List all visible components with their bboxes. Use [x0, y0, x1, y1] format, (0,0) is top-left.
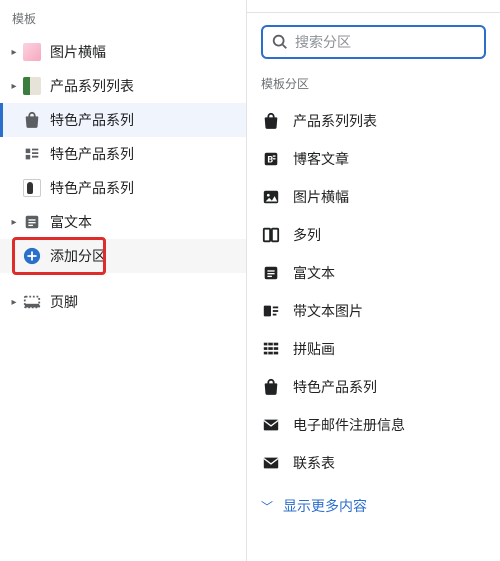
section-option-label: 联系表 [293, 453, 335, 473]
section-label: 特色产品系列 [50, 144, 246, 164]
search-icon [271, 33, 289, 51]
section-row-featured-collection[interactable]: 特色产品系列 [0, 103, 246, 137]
chevron-right-icon: ▸ [6, 217, 22, 228]
blog-icon: B [261, 149, 281, 169]
section-option-rich-text[interactable]: 富文本 [261, 254, 486, 292]
section-option-label: 多列 [293, 225, 321, 245]
columns-icon [261, 225, 281, 245]
section-option-label: 带文本图片 [293, 301, 363, 321]
section-row-footer[interactable]: ▸ 页脚 [0, 285, 246, 319]
section-option-email-signup[interactable]: 电子邮件注册信息 [261, 406, 486, 444]
image-text-icon [261, 301, 281, 321]
search-input-wrapper[interactable] [261, 25, 486, 59]
section-picker-panel: 模板分区 产品系列列表 B 博客文章 图片横幅 多列 富文本 带文本图片 [247, 12, 500, 561]
section-list: 产品系列列表 B 博客文章 图片横幅 多列 富文本 带文本图片 拼贴画 [261, 102, 486, 482]
section-option-label: 博客文章 [293, 149, 349, 169]
show-more-label: 显示更多内容 [283, 496, 367, 516]
bag-icon [261, 377, 281, 397]
section-label: 图片横幅 [50, 42, 246, 62]
section-row-featured-collection-3[interactable]: 特色产品系列 [0, 171, 246, 205]
section-option-multicolumn[interactable]: 多列 [261, 216, 486, 254]
thumbnail-icon [22, 42, 42, 62]
chevron-right-icon: ▸ [6, 297, 22, 308]
richtext-icon [22, 212, 42, 232]
section-option-image-with-text[interactable]: 带文本图片 [261, 292, 486, 330]
section-option-image-banner[interactable]: 图片横幅 [261, 178, 486, 216]
section-label: 特色产品系列 [50, 110, 246, 130]
thumbnail-icon [22, 178, 42, 198]
mail-icon [261, 453, 281, 473]
chevron-right-icon: ▸ [6, 47, 22, 58]
section-option-contact-form[interactable]: 联系表 [261, 444, 486, 482]
section-label: 产品系列列表 [50, 76, 246, 96]
collection-icon [22, 144, 42, 164]
svg-text:B: B [267, 156, 273, 166]
section-option-label: 图片横幅 [293, 187, 349, 207]
bag-icon [22, 110, 42, 130]
search-input[interactable] [295, 34, 476, 50]
section-option-collection-list[interactable]: 产品系列列表 [261, 102, 486, 140]
chevron-right-icon: ▸ [6, 81, 22, 92]
section-option-blog[interactable]: B 博客文章 [261, 140, 486, 178]
sidebar-template-sections: 模板 ▸ 图片横幅 ▸ 产品系列列表 特色产品系列 特色产品系列 特色产品系列 … [0, 0, 247, 561]
add-icon [22, 246, 42, 266]
collage-icon [261, 339, 281, 359]
thumbnail-icon [22, 76, 42, 96]
section-row-featured-collection-2[interactable]: 特色产品系列 [0, 137, 246, 171]
section-row-collection-list[interactable]: ▸ 产品系列列表 [0, 69, 246, 103]
section-option-label: 产品系列列表 [293, 111, 377, 131]
section-option-featured-collection[interactable]: 特色产品系列 [261, 368, 486, 406]
footer-icon [22, 292, 42, 312]
mail-icon [261, 415, 281, 435]
section-label: 页脚 [50, 292, 246, 312]
section-option-label: 拼贴画 [293, 339, 335, 359]
richtext-icon [261, 263, 281, 283]
section-option-label: 电子邮件注册信息 [293, 415, 405, 435]
section-row-image-banner[interactable]: ▸ 图片横幅 [0, 35, 246, 69]
section-label: 富文本 [50, 212, 246, 232]
section-row-rich-text[interactable]: ▸ 富文本 [0, 205, 246, 239]
section-option-label: 特色产品系列 [293, 377, 377, 397]
image-icon [261, 187, 281, 207]
add-section-button[interactable]: 添加分区 [0, 239, 246, 273]
show-more-button[interactable]: ﹀ 显示更多内容 [261, 486, 486, 526]
sidebar-header: 模板 [0, 6, 246, 35]
add-section-label: 添加分区 [50, 246, 246, 266]
section-option-collage[interactable]: 拼贴画 [261, 330, 486, 368]
section-group-label: 模板分区 [261, 75, 486, 92]
chevron-down-icon: ﹀ [261, 498, 273, 515]
section-label: 特色产品系列 [50, 178, 246, 198]
section-option-label: 富文本 [293, 263, 335, 283]
bag-icon [261, 111, 281, 131]
